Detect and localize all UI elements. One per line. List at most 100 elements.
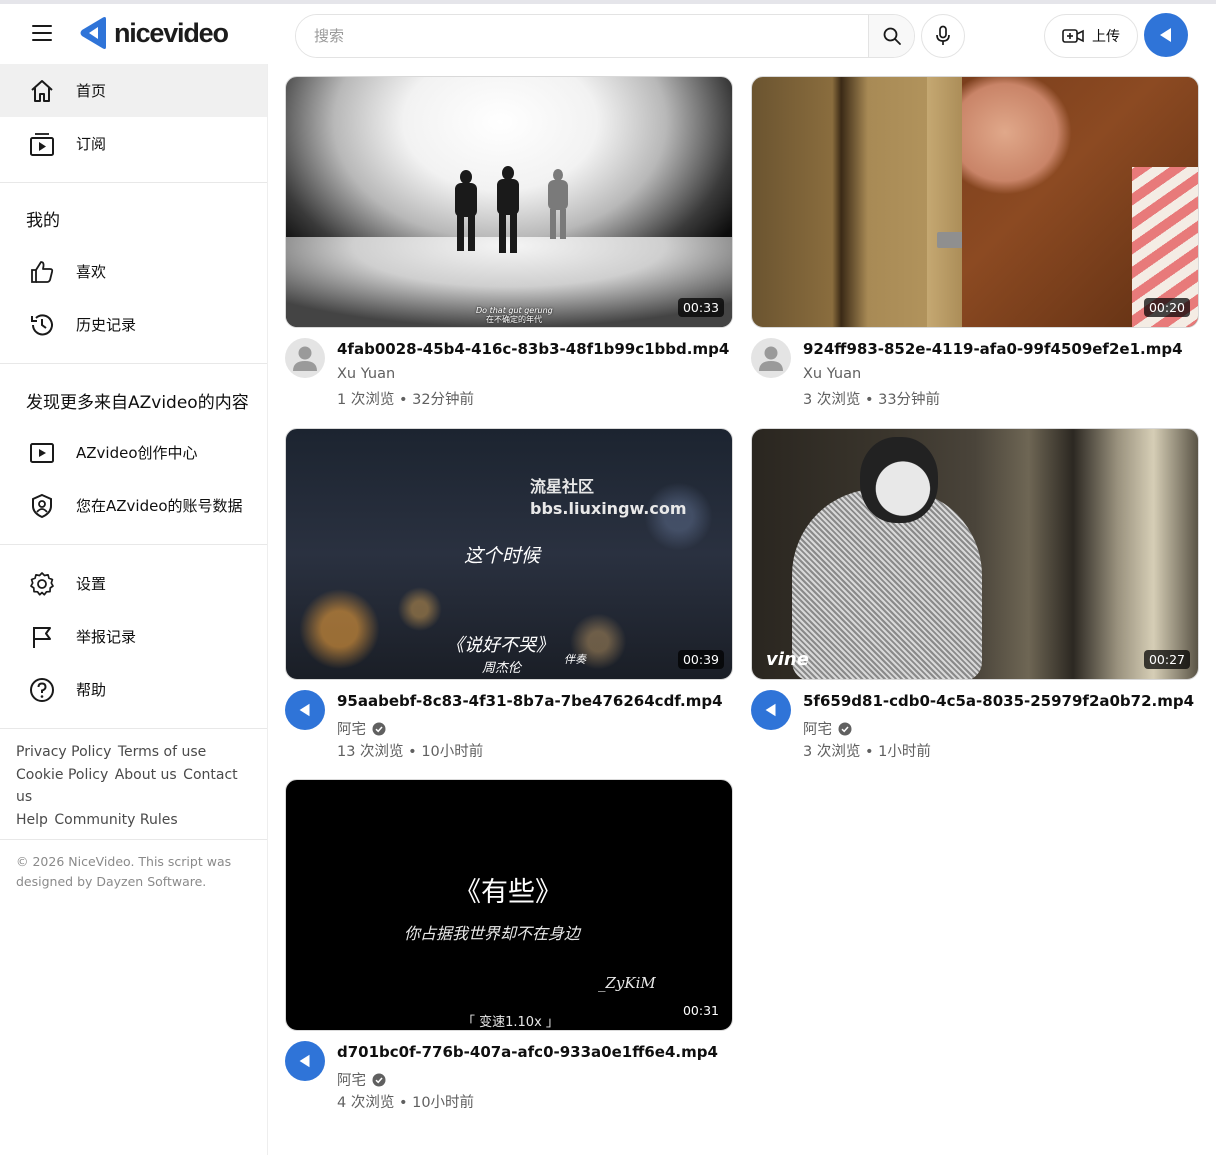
lyric-text: 这个时候: [464, 545, 541, 567]
terms-link[interactable]: Terms of use: [118, 744, 206, 760]
sidebar-item-label: 您在AZvideo的账号数据: [76, 497, 243, 515]
logo[interactable]: nicevideo: [76, 14, 229, 52]
video-card[interactable]: 00:20 924ff983-852e-4119-afa0-99f4509ef2…: [751, 76, 1199, 408]
sidebar-item-label: 订阅: [76, 135, 107, 153]
video-thumbnail[interactable]: 《有些》 你占据我世界却不在身边 _ZyKiM 「 变速1.10x 」 00:3…: [285, 779, 733, 1031]
video-meta: 95aabebf-8c83-4f31-8b7a-7be476264cdf.mp4…: [285, 680, 733, 760]
video-meta: 4fab0028-45b4-416c-83b3-48f1b99c1bbd.mp4…: [285, 328, 733, 408]
accompaniment-text: 伴奏: [564, 653, 586, 666]
sidebar-item-likes[interactable]: 喜欢: [0, 245, 267, 298]
channel-name[interactable]: 阿宅: [337, 718, 386, 739]
sidebar-item-home[interactable]: 首页: [0, 64, 267, 117]
watermark-site-name: 流星社区: [530, 477, 595, 496]
video-title[interactable]: d701bc0f-776b-407a-afc0-933a0e1ff6e4.mp4: [337, 1043, 718, 1061]
copyright: © 2026 NiceVideo. This script was design…: [16, 854, 232, 889]
sidebar-item-account-data[interactable]: 您在AZvideo的账号数据: [0, 479, 267, 532]
author-signature-text: _ZyKiM: [598, 974, 656, 992]
sidebar-item-label: 喜欢: [76, 263, 107, 281]
sidebar-item-settings[interactable]: 设置: [0, 557, 267, 610]
lyric-text: 你占据我世界却不在身边: [404, 924, 581, 943]
channel-avatar[interactable]: [285, 338, 325, 378]
thumbnail-figure-head: [860, 437, 938, 523]
channel-name-text: 阿宅: [803, 722, 832, 738]
video-card[interactable]: Do that gut gerung 在不确定的年代 00:33 4fab002…: [285, 76, 733, 408]
video-title[interactable]: 5f659d81-cdb0-4c5a-8035-25979f2a0b72.mp4: [803, 692, 1194, 710]
help-link[interactable]: Help: [16, 812, 48, 828]
help-icon: [28, 676, 56, 704]
sidebar-item-subscriptions[interactable]: 订阅: [0, 117, 267, 170]
video-title[interactable]: 95aabebf-8c83-4f31-8b7a-7be476264cdf.mp4: [337, 692, 723, 710]
sidebar-item-label: 历史记录: [76, 316, 137, 334]
watermark-url: bbs.liuxingw.com: [530, 499, 687, 518]
gear-icon: [28, 570, 56, 598]
song-title-text: 《有些》: [454, 877, 562, 908]
video-card[interactable]: vine 00:27 5f659d81-cdb0-4c5a-8035-25979…: [751, 428, 1199, 760]
thumbnail-caption: 在不确定的年代: [486, 315, 542, 324]
sidebar-item-label: 首页: [76, 82, 107, 100]
video-card[interactable]: 流星社区 bbs.liuxingw.com 这个时候 《说好不哭》 周杰伦 伴奏…: [285, 428, 733, 760]
voice-search-button[interactable]: [921, 14, 965, 58]
default-user-icon: [293, 346, 317, 371]
video-title[interactable]: 924ff983-852e-4119-afa0-99f4509ef2e1.mp4: [803, 340, 1183, 358]
video-meta: d701bc0f-776b-407a-afc0-933a0e1ff6e4.mp4…: [285, 1031, 733, 1111]
channel-avatar[interactable]: [285, 1041, 325, 1081]
account-shield-icon: [28, 492, 56, 520]
channel-name[interactable]: 阿宅: [337, 1069, 386, 1090]
privacy-link[interactable]: Privacy Policy: [16, 744, 111, 760]
video-meta: 924ff983-852e-4119-afa0-99f4509ef2e1.mp4…: [751, 328, 1199, 408]
verified-badge-icon: [372, 722, 386, 735]
channel-avatar[interactable]: [751, 690, 791, 730]
cookie-link[interactable]: Cookie Policy: [16, 767, 108, 783]
song-title-text: 《说好不哭》: [446, 635, 554, 656]
channel-avatar[interactable]: [285, 690, 325, 730]
search-icon: [883, 27, 901, 45]
section-title-mine: 我的: [26, 210, 60, 231]
search-input[interactable]: [296, 15, 868, 57]
video-thumbnail[interactable]: 00:20: [751, 76, 1199, 328]
channel-name[interactable]: Xu Yuan: [803, 366, 861, 382]
video-duration: 00:31: [677, 1001, 724, 1020]
video-stats: 4 次浏览 • 10小时前: [337, 1095, 475, 1111]
sidebar-item-label: AZvideo创作中心: [76, 444, 198, 462]
video-stats: 1 次浏览 • 32分钟前: [337, 392, 475, 408]
channel-logo-icon: [299, 1054, 310, 1068]
video-thumbnail[interactable]: 流星社区 bbs.liuxingw.com 这个时候 《说好不哭》 周杰伦 伴奏…: [285, 428, 733, 680]
thumbnail-door-frame: [927, 77, 967, 327]
community-rules-link[interactable]: Community Rules: [54, 812, 177, 828]
about-link[interactable]: About us: [115, 767, 177, 783]
vine-logo-text: vine: [766, 649, 809, 670]
avatar-logo-icon: [1160, 28, 1171, 42]
footer-links: Privacy Policy Terms of use Cookie Polic…: [0, 729, 267, 839]
verified-badge-icon: [372, 1073, 386, 1086]
artist-text: 周杰伦: [482, 661, 522, 676]
video-thumbnail[interactable]: Do that gut gerung 在不确定的年代 00:33: [285, 76, 733, 328]
menu-icon[interactable]: [22, 16, 62, 50]
thumbnail-figures: [455, 166, 568, 253]
channel-avatar[interactable]: [751, 338, 791, 378]
default-user-icon: [759, 346, 783, 371]
logo-text: nicevideo: [114, 17, 229, 48]
channel-name[interactable]: 阿宅: [803, 718, 852, 739]
upload-button[interactable]: 上传: [1044, 14, 1138, 58]
flag-icon: [28, 623, 56, 651]
channel-name[interactable]: Xu Yuan: [337, 366, 395, 382]
sidebar-item-reports[interactable]: 举报记录: [0, 610, 267, 663]
video-thumbnail[interactable]: vine 00:27: [751, 428, 1199, 680]
sidebar-item-help[interactable]: 帮助: [0, 663, 267, 716]
search-button[interactable]: [868, 15, 914, 57]
channel-name-text: 阿宅: [337, 1073, 366, 1089]
home-icon: [28, 77, 56, 105]
sidebar-item-studio[interactable]: AZvideo创作中心: [0, 426, 267, 479]
logo-play-icon: [80, 17, 106, 49]
video-title[interactable]: 4fab0028-45b4-416c-83b3-48f1b99c1bbd.mp4: [337, 340, 729, 358]
video-card[interactable]: 《有些》 你占据我世界却不在身边 _ZyKiM 「 变速1.10x 」 00:3…: [285, 779, 733, 1111]
search-bar: [295, 14, 915, 58]
sidebar: 首页 订阅 我的 喜欢 历史记录 发现更多来自AZvideo的内容 AZvide…: [0, 64, 268, 1155]
sidebar-item-history[interactable]: 历史记录: [0, 298, 267, 351]
video-stats: 3 次浏览 • 33分钟前: [803, 392, 941, 408]
upload-label: 上传: [1092, 29, 1120, 45]
speed-label-text: 「 变速1.10x 」: [462, 1015, 559, 1030]
video-duration: 00:39: [677, 650, 724, 669]
thumbs-up-icon: [28, 258, 56, 286]
user-avatar[interactable]: [1144, 13, 1188, 57]
